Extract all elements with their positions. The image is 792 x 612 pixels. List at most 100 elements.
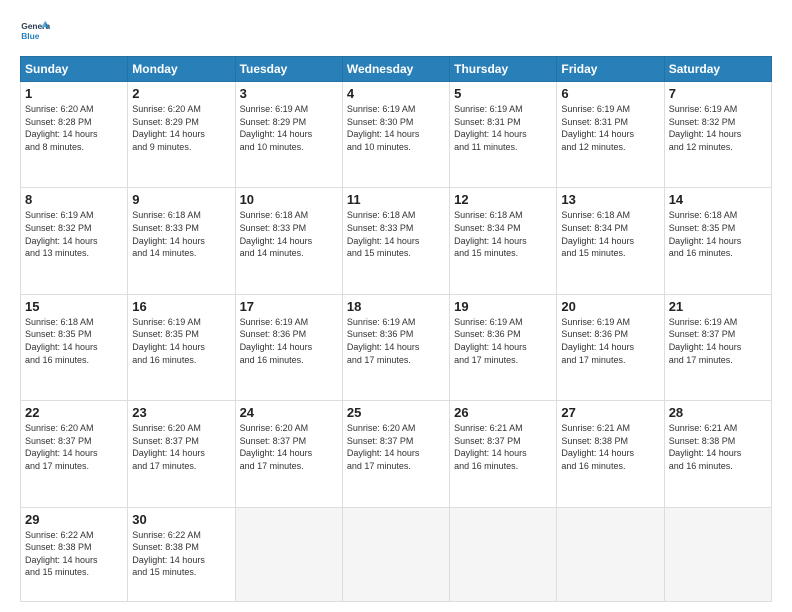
day-number: 11 [347,192,445,207]
day-number: 29 [25,512,123,527]
svg-text:Blue: Blue [21,31,40,41]
calendar-cell: 4 Sunrise: 6:19 AMSunset: 8:30 PMDaylight… [342,82,449,188]
day-info: Sunrise: 6:18 AMSunset: 8:34 PMDaylight:… [561,209,659,259]
day-info: Sunrise: 6:18 AMSunset: 8:33 PMDaylight:… [240,209,338,259]
day-number: 18 [347,299,445,314]
day-info: Sunrise: 6:19 AMSunset: 8:36 PMDaylight:… [561,316,659,366]
day-info: Sunrise: 6:19 AMSunset: 8:37 PMDaylight:… [669,316,767,366]
day-info: Sunrise: 6:21 AMSunset: 8:37 PMDaylight:… [454,422,552,472]
day-info: Sunrise: 6:19 AMSunset: 8:32 PMDaylight:… [25,209,123,259]
calendar-cell: 17 Sunrise: 6:19 AMSunset: 8:36 PMDayligh… [235,294,342,400]
day-number: 23 [132,405,230,420]
calendar-cell: 5 Sunrise: 6:19 AMSunset: 8:31 PMDaylight… [450,82,557,188]
day-info: Sunrise: 6:19 AMSunset: 8:36 PMDaylight:… [347,316,445,366]
day-info: Sunrise: 6:20 AMSunset: 8:29 PMDaylight:… [132,103,230,153]
calendar-cell: 18 Sunrise: 6:19 AMSunset: 8:36 PMDayligh… [342,294,449,400]
calendar-cell: 22 Sunrise: 6:20 AMSunset: 8:37 PMDayligh… [21,401,128,507]
logo-icon: General Blue [20,16,50,46]
calendar-cell: 27 Sunrise: 6:21 AMSunset: 8:38 PMDayligh… [557,401,664,507]
calendar-cell: 12 Sunrise: 6:18 AMSunset: 8:34 PMDayligh… [450,188,557,294]
day-number: 30 [132,512,230,527]
day-info: Sunrise: 6:20 AMSunset: 8:37 PMDaylight:… [25,422,123,472]
logo: General Blue [20,16,50,46]
day-info: Sunrise: 6:21 AMSunset: 8:38 PMDaylight:… [669,422,767,472]
header: General Blue [20,16,772,46]
calendar-cell [450,507,557,602]
calendar-cell: 11 Sunrise: 6:18 AMSunset: 8:33 PMDayligh… [342,188,449,294]
weekday-header: Sunday [21,57,128,82]
calendar-cell: 21 Sunrise: 6:19 AMSunset: 8:37 PMDayligh… [664,294,771,400]
calendar-cell: 15 Sunrise: 6:18 AMSunset: 8:35 PMDayligh… [21,294,128,400]
day-number: 12 [454,192,552,207]
day-info: Sunrise: 6:21 AMSunset: 8:38 PMDaylight:… [561,422,659,472]
day-number: 15 [25,299,123,314]
day-number: 14 [669,192,767,207]
day-number: 1 [25,86,123,101]
day-info: Sunrise: 6:20 AMSunset: 8:37 PMDaylight:… [132,422,230,472]
day-info: Sunrise: 6:19 AMSunset: 8:29 PMDaylight:… [240,103,338,153]
weekday-header: Monday [128,57,235,82]
weekday-header: Wednesday [342,57,449,82]
calendar-cell: 23 Sunrise: 6:20 AMSunset: 8:37 PMDayligh… [128,401,235,507]
calendar-cell: 7Sunrise: 6:19 AMSunset: 8:32 PMDaylight… [664,82,771,188]
weekday-header: Thursday [450,57,557,82]
day-number: 26 [454,405,552,420]
day-number: 3 [240,86,338,101]
page: General Blue SundayMondayTuesdayWednesda… [0,0,792,612]
day-info: Sunrise: 6:19 AMSunset: 8:32 PMDaylight:… [669,103,767,153]
day-number: 2 [132,86,230,101]
calendar-cell: 1 Sunrise: 6:20 AMSunset: 8:28 PMDaylight… [21,82,128,188]
day-number: 21 [669,299,767,314]
day-info: Sunrise: 6:18 AMSunset: 8:35 PMDaylight:… [669,209,767,259]
day-number: 10 [240,192,338,207]
day-number: 9 [132,192,230,207]
day-info: Sunrise: 6:18 AMSunset: 8:33 PMDaylight:… [132,209,230,259]
day-info: Sunrise: 6:22 AMSunset: 8:38 PMDaylight:… [25,529,123,579]
day-number: 17 [240,299,338,314]
day-info: Sunrise: 6:19 AMSunset: 8:36 PMDaylight:… [240,316,338,366]
day-number: 25 [347,405,445,420]
calendar-table: SundayMondayTuesdayWednesdayThursdayFrid… [20,56,772,602]
day-number: 4 [347,86,445,101]
calendar-cell [664,507,771,602]
calendar-cell [235,507,342,602]
day-info: Sunrise: 6:19 AMSunset: 8:31 PMDaylight:… [454,103,552,153]
day-info: Sunrise: 6:20 AMSunset: 8:28 PMDaylight:… [25,103,123,153]
calendar-cell: 28Sunrise: 6:21 AMSunset: 8:38 PMDayligh… [664,401,771,507]
calendar-cell: 30 Sunrise: 6:22 AMSunset: 8:38 PMDayligh… [128,507,235,602]
calendar-cell: 24 Sunrise: 6:20 AMSunset: 8:37 PMDayligh… [235,401,342,507]
calendar-cell: 19Sunrise: 6:19 AMSunset: 8:36 PMDayligh… [450,294,557,400]
calendar-cell: 29 Sunrise: 6:22 AMSunset: 8:38 PMDayligh… [21,507,128,602]
day-info: Sunrise: 6:19 AMSunset: 8:35 PMDaylight:… [132,316,230,366]
calendar-cell: 2 Sunrise: 6:20 AMSunset: 8:29 PMDaylight… [128,82,235,188]
calendar-cell: 25 Sunrise: 6:20 AMSunset: 8:37 PMDayligh… [342,401,449,507]
calendar-cell: 6 Sunrise: 6:19 AMSunset: 8:31 PMDaylight… [557,82,664,188]
day-number: 5 [454,86,552,101]
day-info: Sunrise: 6:19 AMSunset: 8:31 PMDaylight:… [561,103,659,153]
day-info: Sunrise: 6:22 AMSunset: 8:38 PMDaylight:… [132,529,230,579]
day-info: Sunrise: 6:20 AMSunset: 8:37 PMDaylight:… [240,422,338,472]
weekday-header: Friday [557,57,664,82]
calendar-cell: 10 Sunrise: 6:18 AMSunset: 8:33 PMDayligh… [235,188,342,294]
day-info: Sunrise: 6:18 AMSunset: 8:35 PMDaylight:… [25,316,123,366]
day-number: 19 [454,299,552,314]
calendar-cell [557,507,664,602]
day-number: 24 [240,405,338,420]
day-number: 8 [25,192,123,207]
day-number: 27 [561,405,659,420]
day-number: 22 [25,405,123,420]
calendar-cell: 8 Sunrise: 6:19 AMSunset: 8:32 PMDaylight… [21,188,128,294]
weekday-header: Tuesday [235,57,342,82]
day-number: 16 [132,299,230,314]
day-info: Sunrise: 6:18 AMSunset: 8:33 PMDaylight:… [347,209,445,259]
day-info: Sunrise: 6:19 AMSunset: 8:30 PMDaylight:… [347,103,445,153]
day-info: Sunrise: 6:20 AMSunset: 8:37 PMDaylight:… [347,422,445,472]
calendar-cell: 26 Sunrise: 6:21 AMSunset: 8:37 PMDayligh… [450,401,557,507]
calendar-cell: 16 Sunrise: 6:19 AMSunset: 8:35 PMDayligh… [128,294,235,400]
calendar-cell: 9 Sunrise: 6:18 AMSunset: 8:33 PMDaylight… [128,188,235,294]
calendar-cell: 14 Sunrise: 6:18 AMSunset: 8:35 PMDayligh… [664,188,771,294]
day-info: Sunrise: 6:18 AMSunset: 8:34 PMDaylight:… [454,209,552,259]
calendar-cell: 3 Sunrise: 6:19 AMSunset: 8:29 PMDaylight… [235,82,342,188]
day-number: 6 [561,86,659,101]
day-number: 20 [561,299,659,314]
